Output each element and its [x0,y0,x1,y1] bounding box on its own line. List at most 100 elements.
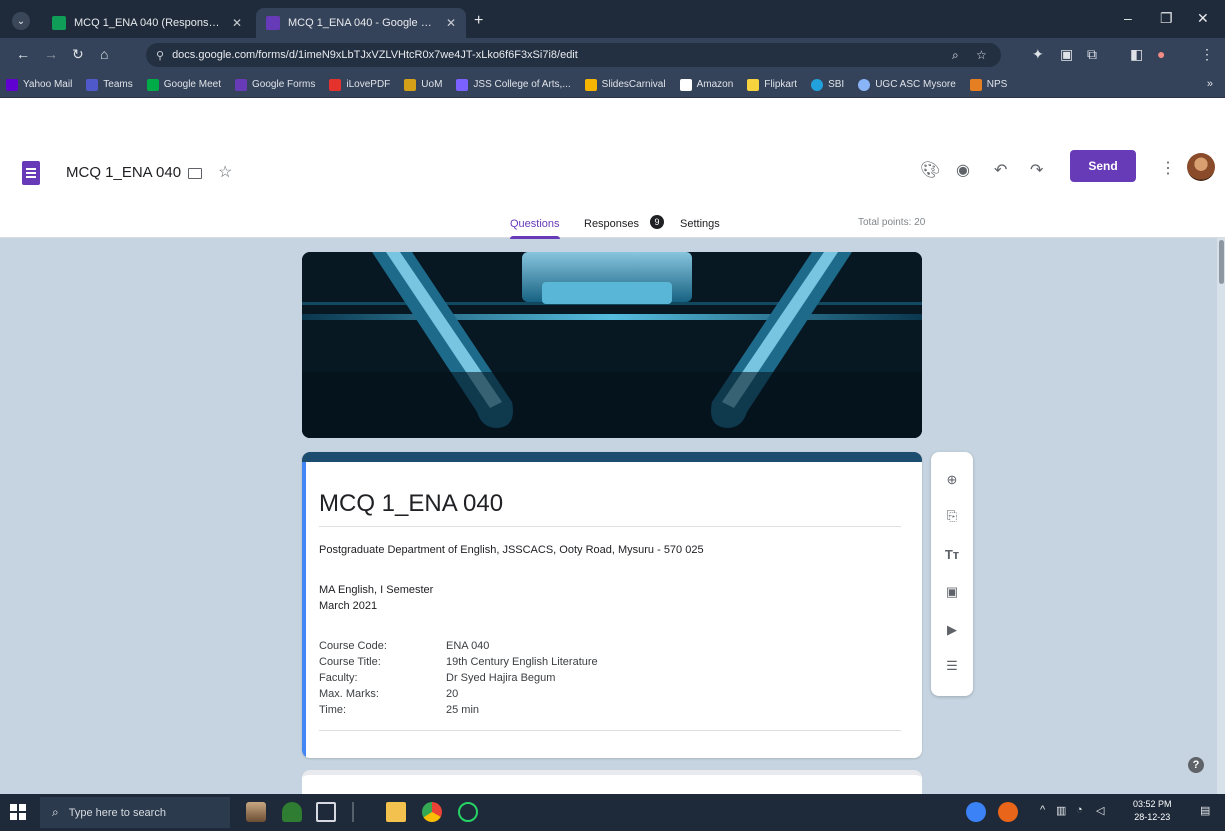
title-underline [319,526,901,527]
more-bookmarks-icon[interactable]: » [1207,78,1213,90]
detail-key: Course Title: [319,656,381,668]
close-tab-icon[interactable]: ✕ [232,16,242,30]
new-tab-icon[interactable]: + [474,12,483,30]
bookmark-uom[interactable]: UoM [404,78,442,91]
preview-eye-icon[interactable]: ◉ [956,160,970,180]
google-forms-logo-icon[interactable] [22,161,40,185]
bookmark-label: Google Meet [163,79,222,90]
wifi-icon[interactable]: ◔ [1076,804,1083,816]
send-button[interactable]: Send [1070,150,1136,182]
scrollbar-thumb[interactable] [1219,240,1224,284]
customize-theme-icon[interactable]: 🎨︎ [920,160,940,180]
detail-value: 20 [446,688,459,700]
undo-icon[interactable]: ↶ [994,160,1007,180]
restore-icon[interactable]: ❐ [1160,10,1173,27]
ilovepdf-icon [329,78,342,91]
document-title[interactable]: MCQ 1_ENA 040 [66,164,181,181]
windows-start-icon[interactable] [10,804,26,820]
bookmark-label: SlidesCarnival [601,79,666,90]
browser-menu-icon[interactable]: ⋮ [1200,47,1214,61]
detail-key: Max. Marks: [319,688,379,700]
page-scrollbar[interactable] [1217,238,1225,794]
tab-title: MCQ 1_ENA 040 - Google Form [288,17,438,29]
import-questions-icon[interactable]: ⎘ [944,508,960,524]
browser-tab-strip: ⌄ MCQ 1_ENA 040 (Responses) - ✕ MCQ 1_EN… [0,0,1225,38]
add-question-icon[interactable]: ⊕ [944,472,960,488]
whatsapp-icon[interactable] [458,802,478,822]
form-title-card[interactable]: MCQ 1_ENA 040 Postgraduate Department of… [302,452,922,758]
bookmark-slidescarnival[interactable]: SlidesCarnival [584,78,666,91]
tab-questions[interactable]: Questions [510,218,560,239]
app-tray-icon[interactable] [998,802,1018,822]
notifications-icon[interactable]: ▤ [1200,804,1210,817]
reload-icon[interactable]: ↻ [72,47,84,61]
file-explorer-icon[interactable] [386,802,406,822]
bookmark-teams[interactable]: Teams [86,78,133,91]
bookmark-ugc-asc[interactable]: UGC ASC Mysore [858,78,956,91]
meet-icon [146,78,159,91]
description-underline [319,730,901,731]
bookmark-sbi[interactable]: SBI [811,78,844,91]
tab-responses[interactable]: Responses [584,218,639,230]
chrome-icon[interactable] [422,802,442,822]
bookmark-label: JSS College of Arts,... [473,79,571,90]
help-tray-icon[interactable] [966,802,986,822]
header-banner-image [302,252,922,438]
bookmark-google-forms[interactable]: Google Forms [235,78,316,91]
move-to-folder-icon[interactable] [188,168,202,179]
bookmark-google-meet[interactable]: Google Meet [146,78,222,91]
lab-app-icon[interactable] [282,802,302,822]
volume-icon[interactable]: ◁︎ [1096,804,1104,817]
close-window-icon[interactable]: ✕ [1197,10,1209,27]
task-view-icon[interactable] [316,802,336,822]
yahoo-icon [6,78,18,91]
redo-icon[interactable]: ↷ [1030,160,1043,180]
tab-search-icon[interactable]: ⌄ [12,12,30,30]
add-title-icon[interactable]: Tт [944,546,960,562]
profile-icon[interactable]: ● [1157,47,1165,61]
tab-settings[interactable]: Settings [680,218,720,230]
add-image-icon[interactable]: ▣ [944,584,960,600]
extension-icon[interactable]: ▣ [1060,47,1073,61]
address-bar[interactable]: ⚲ docs.google.com/forms/d/1imeN9xLbTJxVZ… [146,43,1001,67]
back-icon[interactable]: ← [16,47,30,61]
more-options-icon[interactable]: ⋮ [1160,158,1176,178]
network-icon[interactable]: ▥ [1056,804,1066,817]
forward-icon[interactable]: → [44,47,58,61]
system-clock[interactable]: 03:52 PM 28-12-23 [1133,798,1172,824]
bookmark-star-icon[interactable]: ☆ [976,48,987,62]
bookmark-nps[interactable]: NPS [969,78,1008,91]
zoom-icon[interactable]: ⌕ [952,48,959,63]
form-description-programme[interactable]: MA English, I Semester [319,584,433,596]
bookmark-flipkart[interactable]: Flipkart [747,78,797,91]
minimize-icon[interactable]: – [1124,10,1132,26]
site-info-icon[interactable]: ⚲ [156,49,164,62]
tab-responses[interactable]: MCQ 1_ENA 040 (Responses) - ✕ [42,8,252,38]
avatar[interactable] [1187,153,1215,181]
next-question-card[interactable] [302,770,922,794]
amazon-icon [679,78,692,91]
bookmark-yahoo-mail[interactable]: Yahoo Mail [6,78,72,91]
close-tab-icon[interactable]: ✕ [446,16,456,30]
home-icon[interactable]: ⌂ [100,47,108,61]
tab-google-form[interactable]: MCQ 1_ENA 040 - Google Form ✕ [256,8,466,38]
extension-icon[interactable]: ✦ [1032,47,1044,61]
form-description-department[interactable]: Postgraduate Department of English, JSSC… [319,544,704,556]
bookmark-amazon[interactable]: Amazon [679,78,733,91]
extensions-puzzle-icon[interactable]: ⧉ [1087,47,1097,61]
bookmark-jss-college[interactable]: JSS College of Arts,... [456,78,571,91]
news-widget-icon[interactable] [246,802,266,822]
form-title[interactable]: MCQ 1_ENA 040 [319,490,503,518]
bookmark-ilovepdf[interactable]: iLovePDF [329,78,390,91]
taskbar-search-box[interactable]: ⌕ Type here to search [40,797,230,828]
bookmark-label: NPS [986,79,1008,90]
add-section-icon[interactable]: ☰ [944,658,960,674]
form-description-date[interactable]: March 2021 [319,600,377,612]
search-icon: ⌕ [52,805,59,819]
show-hidden-icons-icon[interactable]: ^ [1040,804,1045,816]
bookmark-label: Google Forms [252,79,316,90]
help-icon[interactable]: ? [1188,757,1204,773]
star-icon[interactable]: ☆ [218,162,232,182]
side-panel-icon[interactable]: ◧ [1130,47,1143,61]
add-video-icon[interactable]: ▶︎ [944,622,960,638]
